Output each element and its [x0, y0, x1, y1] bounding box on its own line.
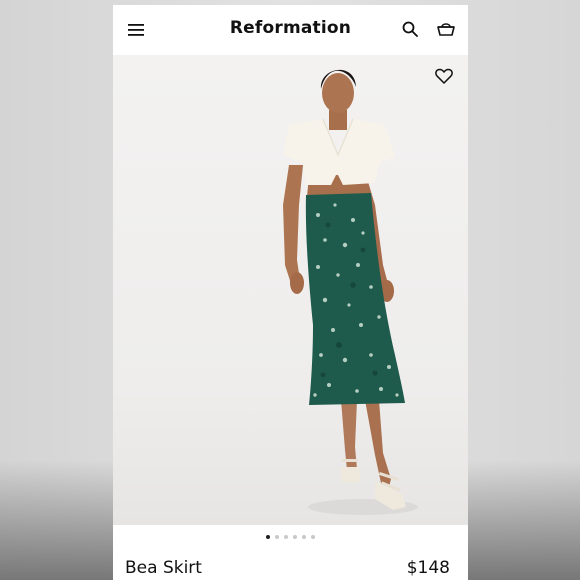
carousel-dot[interactable] [266, 535, 270, 539]
carousel-dot[interactable] [284, 535, 288, 539]
carousel-dot[interactable] [293, 535, 297, 539]
shopping-basket-icon [437, 23, 455, 36]
top-bar: Reformation [113, 5, 468, 55]
heart-icon [435, 68, 453, 84]
carousel-dot[interactable] [311, 535, 315, 539]
image-carousel-indicator [113, 535, 468, 539]
search-icon [402, 21, 418, 37]
wishlist-button[interactable] [431, 63, 457, 89]
search-button[interactable] [396, 15, 424, 43]
product-page: Reformation Bea Skirt $148 [113, 5, 468, 580]
product-image[interactable] [113, 55, 468, 525]
carousel-dot[interactable] [302, 535, 306, 539]
shopping-bag-button[interactable] [432, 15, 460, 43]
product-name: Bea Skirt [125, 558, 202, 578]
model-figure [283, 69, 418, 515]
carousel-dot[interactable] [275, 535, 279, 539]
product-price: $148 [406, 558, 450, 578]
